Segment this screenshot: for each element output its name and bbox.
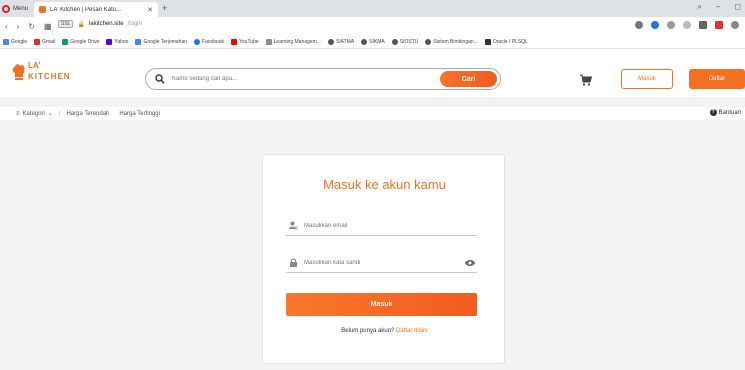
back-icon[interactable]: ‹	[5, 22, 8, 31]
browser-tab-active[interactable]: LA' Kitchen | Pesan Katu... ✕	[34, 2, 158, 17]
sort-lowest-price-link[interactable]: Harga Terendah	[66, 111, 109, 117]
reload-icon[interactable]: ↻	[28, 22, 35, 31]
url-field[interactable]: SSL 🔒 lakitchen.site/login	[58, 20, 142, 28]
bookmark-siostu[interactable]: SIOSTU	[391, 39, 418, 45]
user-icon	[289, 221, 298, 230]
email-field-wrapper	[286, 216, 477, 236]
minimize-icon[interactable]: –	[716, 2, 720, 12]
url-path: /login	[127, 21, 142, 27]
bookmarks-bar: Google Gmail Google Drive Yahoo Google T…	[0, 36, 745, 49]
lock-icon	[290, 258, 297, 267]
help-label: Bantuan	[718, 109, 741, 116]
help-icon: ?	[709, 109, 717, 116]
favicon-icon	[39, 6, 46, 13]
tiles-icon[interactable]: ▦	[44, 22, 52, 31]
bookmark-yahoo[interactable]: Yahoo	[106, 39, 128, 45]
bookmark-bimbingan[interactable]: Sistem Bimbingan...	[425, 39, 478, 45]
site-header: LA' KITCHEN Cari Masuk Daftar	[0, 49, 745, 97]
bookmark-sikma[interactable]: SIKMA	[361, 39, 385, 45]
login-card: Masuk ke akun kamu Masuk Belum punya aku…	[262, 154, 505, 364]
maximize-icon[interactable]: ◻	[734, 2, 741, 12]
site-logo[interactable]: LA' KITCHEN	[12, 61, 86, 87]
category-label: Kategori	[22, 110, 45, 117]
password-input[interactable]	[304, 259, 454, 266]
cart-icon[interactable]	[580, 74, 592, 86]
url-host: lakitchen.site	[88, 21, 124, 27]
bookmark-facebook[interactable]: Facebook	[194, 39, 224, 45]
snapshot-icon[interactable]	[699, 21, 707, 29]
window-controls: ⌕ – ◻	[697, 2, 741, 12]
close-tab-icon[interactable]: ✕	[147, 6, 153, 14]
password-field-wrapper	[286, 253, 477, 273]
search-bar: Cari	[145, 68, 501, 90]
browser-tabstrip: Menu LA' Kitchen | Pesan Katu... ✕ + ⌕ –…	[0, 0, 745, 17]
hamburger-icon: ≡	[16, 110, 20, 117]
bookmark-youtube[interactable]: YouTube	[231, 39, 259, 45]
bookmark-translate[interactable]: Google Terjemahan	[135, 39, 187, 45]
bookmark-lms[interactable]: Learning Managem...	[265, 39, 321, 45]
camera-icon[interactable]	[635, 21, 643, 29]
email-input[interactable]	[304, 222, 454, 229]
search-tabs-icon[interactable]: ⌕	[697, 2, 701, 12]
bookmark-google[interactable]: Google	[3, 39, 27, 45]
submit-login-button[interactable]: Masuk	[286, 293, 477, 316]
browser-menu[interactable]: Menu	[2, 3, 28, 15]
chef-hat-icon	[12, 64, 25, 80]
show-password-icon[interactable]	[465, 259, 475, 267]
search-icon	[155, 74, 165, 84]
category-dropdown[interactable]: ≡ Kategori ⌄	[16, 110, 53, 118]
search-input[interactable]	[172, 76, 372, 82]
opera-logo-icon	[2, 5, 10, 13]
sub-navigation: ≡ Kategori ⌄ | Harga Terendah Harga Tert…	[0, 107, 745, 120]
heart-icon[interactable]	[683, 21, 691, 29]
forward-icon[interactable]: ›	[17, 22, 20, 31]
login-button[interactable]: Masuk	[621, 69, 673, 89]
register-prompt: Belum punya akun? Daftar disini	[263, 328, 506, 334]
login-title: Masuk ke akun kamu	[323, 177, 446, 192]
nav-buttons: ‹ › ↻ ▦	[0, 22, 52, 31]
ssl-badge[interactable]: SSL	[58, 20, 74, 28]
register-prompt-text: Belum punya akun?	[341, 328, 395, 334]
logo-text-bottom: KITCHEN	[28, 72, 71, 81]
new-tab-icon[interactable]: +	[162, 3, 167, 13]
bookmark-gmail[interactable]: Gmail	[34, 39, 55, 45]
tab-title: LA' Kitchen | Pesan Katu...	[50, 6, 122, 13]
extension-icon[interactable]	[715, 21, 723, 29]
settings-icon[interactable]	[731, 21, 739, 29]
lock-icon: 🔒	[77, 21, 85, 28]
bookmark-drive[interactable]: Google Drive	[62, 39, 99, 45]
bookmark-oracle[interactable]: Oracle / PLSQL	[484, 39, 528, 45]
extensions	[635, 21, 739, 29]
register-link[interactable]: Daftar disini	[396, 328, 428, 334]
sort-highest-price-link[interactable]: Harga Tertinggi	[119, 111, 160, 117]
chevron-down-icon: ⌄	[47, 111, 53, 117]
vpn-icon[interactable]	[651, 21, 659, 29]
register-button[interactable]: Daftar	[689, 69, 745, 89]
address-bar: ‹ › ↻ ▦ SSL 🔒 lakitchen.site/login	[0, 17, 745, 36]
search-button[interactable]: Cari	[440, 71, 497, 87]
bookmark-siatma[interactable]: SIATMA	[327, 39, 354, 45]
browser-menu-label: Menu	[13, 6, 29, 12]
logo-text-top: LA'	[28, 61, 41, 70]
help-link[interactable]: ? Bantuan	[709, 109, 741, 116]
divider: |	[58, 110, 61, 117]
play-icon[interactable]	[667, 21, 675, 29]
